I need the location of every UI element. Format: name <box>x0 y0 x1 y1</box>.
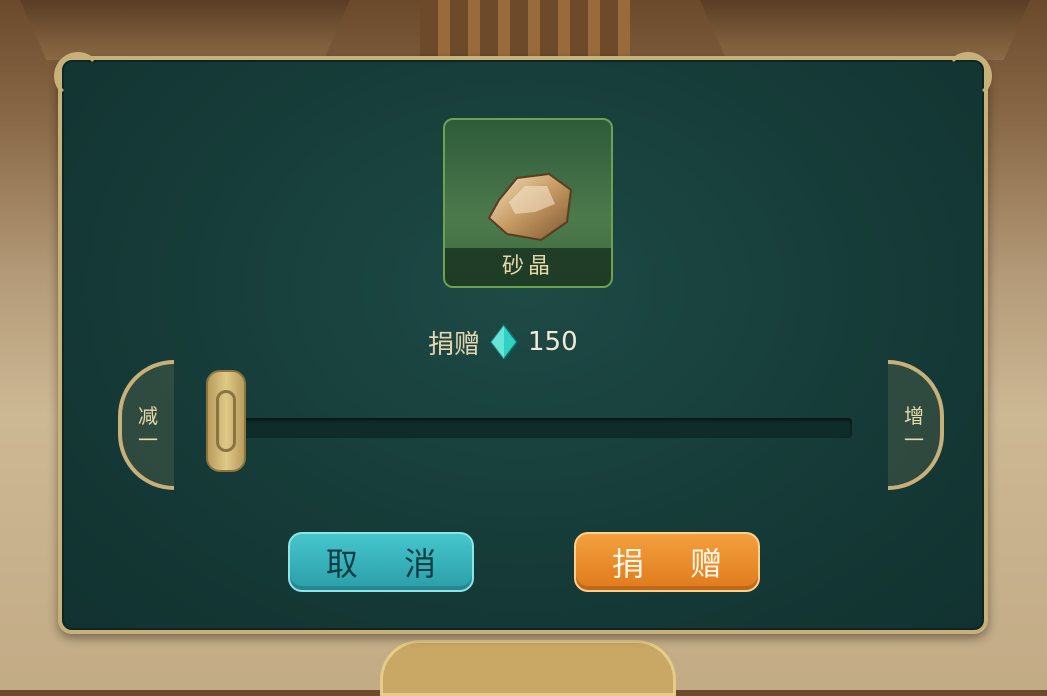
slider-thumb[interactable] <box>206 370 246 472</box>
cost-value: 150 <box>528 327 578 357</box>
item-card[interactable]: 砂晶 <box>443 118 613 288</box>
background-roof-left <box>20 0 350 60</box>
donate-dialog: 砂晶 捐赠 150 减一 增一 取 消 捐 赠 <box>54 52 992 634</box>
corner-ornament <box>944 52 992 100</box>
cost-label: 捐赠 <box>428 329 481 360</box>
item-name: 砂晶 <box>445 248 611 286</box>
increase-label: 增一 <box>904 404 924 452</box>
background-ornament <box>380 640 676 696</box>
background-gate <box>420 0 630 60</box>
decrease-label: 减一 <box>138 404 158 452</box>
cancel-button[interactable]: 取 消 <box>288 532 474 592</box>
decrease-button[interactable]: 减一 <box>118 360 174 490</box>
cost-row: 捐赠 150 <box>428 322 578 362</box>
diamond-gem-icon <box>490 325 518 359</box>
corner-ornament <box>54 52 102 100</box>
swirl-ornament <box>216 390 236 452</box>
increase-button[interactable]: 增一 <box>888 360 944 490</box>
stone-icon <box>487 172 573 242</box>
background-roof-right <box>700 0 1030 60</box>
donate-button[interactable]: 捐 赠 <box>574 532 760 592</box>
slider-track[interactable] <box>222 418 852 438</box>
